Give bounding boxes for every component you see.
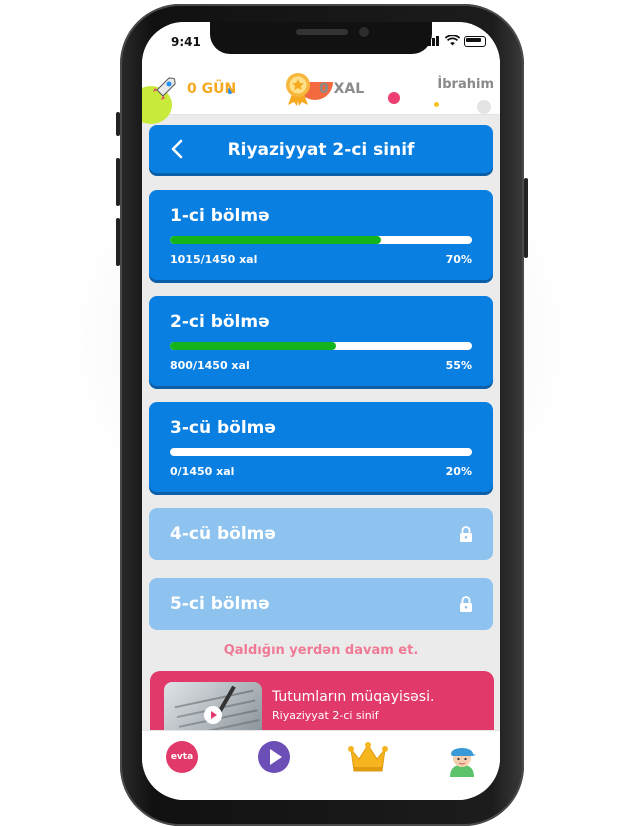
rocket-icon [153, 77, 176, 100]
section-score: 800/1450 xal [170, 359, 250, 372]
bottom-tab-bar: evta [142, 730, 500, 800]
progress-track [170, 342, 472, 350]
play-icon [258, 741, 290, 773]
section-percent: 55% [445, 359, 472, 372]
section-card-4-locked[interactable]: 4-cü bölmə [149, 508, 493, 560]
avatar-icon [450, 748, 476, 777]
section-title: 3-cü bölmə [170, 418, 276, 438]
decor-blob [388, 92, 400, 104]
section-card-1[interactable]: 1-ci bölmə 1015/1450 xal 70% [149, 190, 493, 280]
progress-fill [170, 236, 382, 244]
decor-blob [434, 102, 439, 107]
progress-track [170, 448, 472, 456]
continue-prompt: Qaldığın yerdən davam et. [223, 643, 419, 658]
wifi-icon [445, 35, 460, 46]
phone-notch [210, 22, 432, 54]
status-time: 9:41 [171, 35, 201, 49]
lesson-title-bar: Riyaziyyat 2-ci sinif [149, 125, 493, 173]
page-title: Riyaziyyat 2-ci sinif [227, 140, 415, 160]
phone-power-button [524, 178, 528, 258]
tab-home[interactable]: evta [166, 741, 202, 777]
lock-icon [460, 526, 472, 542]
section-score: 1015/1450 xal [170, 253, 258, 266]
section-percent: 20% [445, 465, 472, 478]
section-title: 4-cü bölmə [170, 524, 276, 544]
section-percent: 70% [445, 253, 472, 266]
medal-icon [286, 73, 310, 106]
lock-icon [460, 596, 472, 612]
section-card-3[interactable]: 3-cü bölmə 0/1450 xal 20% [149, 402, 493, 492]
resume-lesson-subtitle: Riyaziyyat 2-ci sinif [272, 709, 379, 722]
tab-videos[interactable] [258, 741, 294, 777]
phone-volume-up [116, 158, 120, 206]
progress-fill [170, 342, 337, 350]
crown-icon [348, 742, 388, 772]
battery-icon [464, 36, 486, 47]
tab-leaderboard[interactable] [348, 741, 388, 777]
progress-track [170, 236, 472, 244]
username[interactable]: İbrahim [437, 77, 494, 92]
section-title: 2-ci bölmə [170, 312, 270, 332]
tab-profile[interactable] [444, 741, 480, 777]
section-title: 1-ci bölmə [170, 206, 270, 226]
section-score: 0/1450 xal [170, 465, 235, 478]
section-title: 5-ci bölmə [170, 594, 270, 614]
points-label: 0 XAL [319, 81, 365, 97]
app-screen: 9:41 0 GÜN 0 XAL İbrahim Riyaziyyat 2-ci… [142, 22, 500, 800]
section-card-2[interactable]: 2-ci bölmə 800/1450 xal 55% [149, 296, 493, 386]
phone-camera [359, 27, 369, 37]
streak-counter[interactable]: 0 GÜN [149, 74, 236, 104]
evta-logo-icon: evta [166, 741, 198, 773]
decor-blob [477, 100, 491, 114]
resume-lesson-title: Tutumların müqayisəsi. [272, 689, 435, 705]
phone-side-button [116, 112, 120, 136]
play-icon [204, 706, 222, 724]
phone-speaker [296, 29, 348, 35]
streak-label: 0 GÜN [187, 81, 237, 97]
phone-volume-down [116, 218, 120, 266]
points-counter[interactable]: 0 XAL [284, 72, 364, 106]
section-card-5-locked[interactable]: 5-ci bölmə [149, 578, 493, 630]
